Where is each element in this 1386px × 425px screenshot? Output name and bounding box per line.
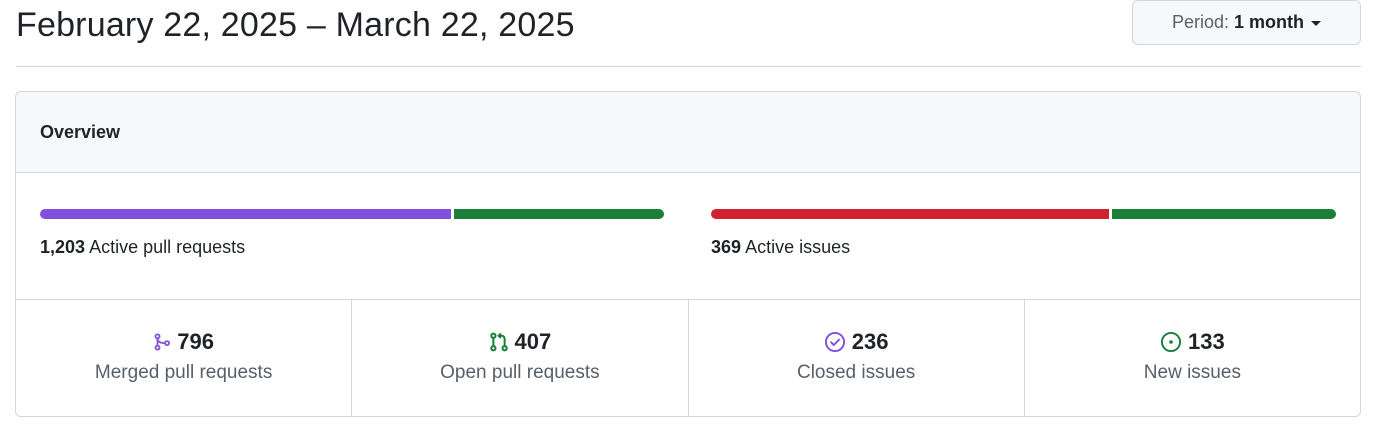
issues-bar: [711, 209, 1336, 219]
active-pull-requests-link[interactable]: 1,203 Active pull requests: [40, 237, 664, 258]
merged-pull-requests-label: Merged pull requests: [94, 361, 273, 383]
active-issues-link[interactable]: 369 Active issues: [711, 237, 1336, 258]
period-label: Period:: [1171, 12, 1230, 32]
date-range-title: February 22, 2025 – March 22, 2025: [16, 6, 575, 44]
active-issues-label: Active issues: [745, 237, 851, 257]
git-merge-icon: [154, 332, 171, 351]
new-issues-label: New issues: [1143, 361, 1241, 383]
new-issues-count: 133: [1188, 328, 1225, 354]
active-pull-requests-label: Active pull requests: [89, 237, 246, 257]
caret-down-icon: [1311, 21, 1322, 26]
stats-row: 796 Merged pull requests 407 Open pull r…: [16, 300, 1360, 416]
active-issues-count: 369: [711, 237, 742, 257]
new-issues-stat[interactable]: 133 New issues: [1023, 300, 1360, 416]
pull-requests-bar: [40, 209, 664, 219]
merged-pull-requests-segment: [40, 209, 451, 219]
new-issues-segment: [1111, 209, 1336, 219]
open-pull-requests-segment: [453, 209, 664, 219]
period-value: 1 month: [1234, 12, 1305, 32]
pulse-header: February 22, 2025 – March 22, 2025 Perio…: [16, 0, 1361, 67]
active-pull-requests-count: 1,203: [40, 237, 86, 257]
issue-closed-icon: [824, 331, 845, 352]
pull-requests-summary: 1,203 Active pull requests: [40, 209, 664, 258]
overview-box: Overview 1,203 Active pull requests 369 …: [15, 91, 1361, 417]
closed-issues-stat[interactable]: 236 Closed issues: [687, 300, 1024, 416]
closed-issues-label: Closed issues: [796, 361, 916, 383]
open-pull-requests-label: Open pull requests: [440, 361, 600, 383]
issue-opened-icon: [1160, 331, 1182, 352]
open-pull-requests-stat[interactable]: 407 Open pull requests: [351, 300, 687, 416]
overview-title: Overview: [16, 92, 1360, 173]
period-dropdown-button[interactable]: Period: 1 month: [1132, 0, 1361, 45]
closed-issues-count: 236: [851, 328, 889, 354]
merged-pull-requests-stat[interactable]: 796 Merged pull requests: [16, 300, 351, 416]
open-pull-requests-count: 407: [514, 328, 552, 354]
merged-pull-requests-count: 796: [177, 328, 214, 354]
git-pull-request-icon: [489, 332, 508, 351]
issues-summary: 369 Active issues: [711, 209, 1336, 258]
activity-bars-row: 1,203 Active pull requests 369 Active is…: [16, 173, 1360, 300]
closed-issues-segment: [711, 209, 1109, 219]
